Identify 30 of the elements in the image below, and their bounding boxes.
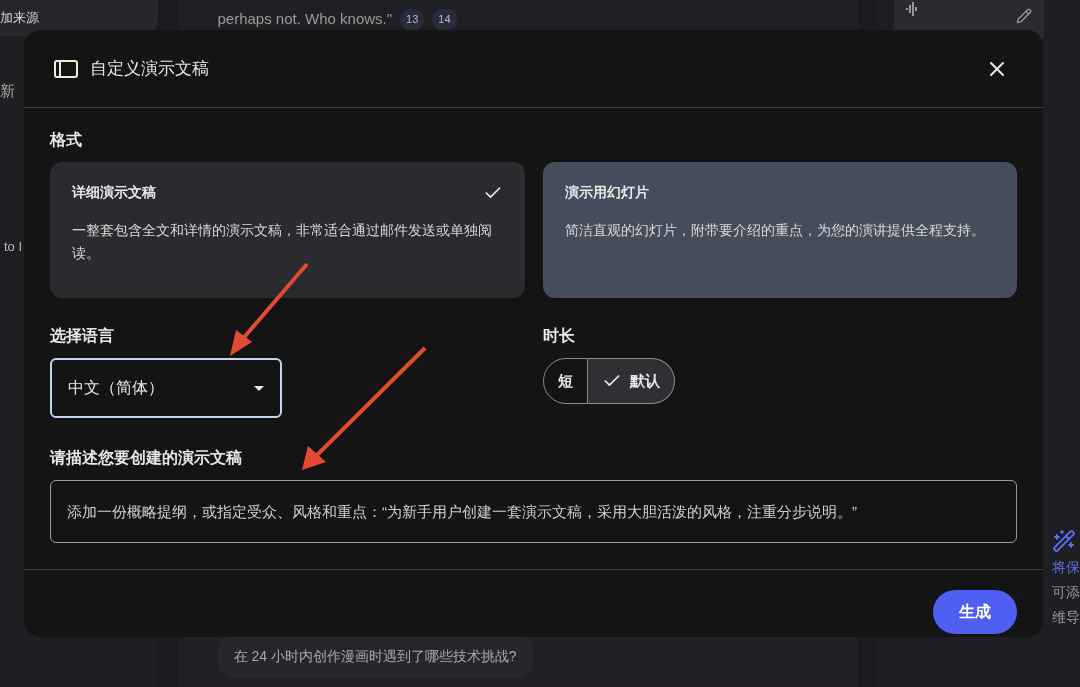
description-field[interactable]: 添加一份概略提纲，或指定受众、风格和重点：“为新手用户创建一套演示文稿，采用大胆活泼的风格，注重分步说明。”	[50, 480, 1017, 543]
format-description: 简洁直观的幻灯片，附带要介绍的重点，为您的演讲提供全程支持。	[564, 221, 986, 240]
magic-wand-icon	[1052, 529, 1076, 553]
format-option[interactable]: 演示用幻灯片 简洁直观的幻灯片，附带要介绍的重点，为您的演讲提供全程支持。	[542, 162, 1017, 298]
waveform-icon	[906, 2, 918, 16]
chat-text: perhaps not. Who knows."	[217, 9, 393, 29]
dialog-title: 自定义演示文稿	[90, 57, 209, 80]
generate-button[interactable]: 生成	[933, 590, 1017, 634]
section-label: 选择语言	[50, 326, 115, 346]
format-option[interactable]: 详细演示文稿 一整套包含全文和详情的演示文稿，非常适合通过邮件发送或单独阅读。	[50, 162, 525, 298]
citation-chip[interactable]: 14	[432, 9, 457, 30]
edit-icon[interactable]	[1016, 8, 1032, 24]
format-title: 演示用幻灯片	[564, 183, 649, 202]
duration-option[interactable]: 默认	[587, 358, 675, 404]
dropdown-caret-icon	[254, 385, 264, 391]
format-title: 详细演示文稿	[72, 183, 156, 202]
slides-icon	[54, 59, 78, 78]
sidebar-text: 新	[0, 81, 16, 101]
studio-note: 可添	[1052, 583, 1080, 602]
suggestion-chip[interactable]: 在 24 小时内创作漫画时遇到了哪些技术挑战?	[217, 634, 533, 679]
format-description: 一整套包含全文和详情的演示文稿，非常适合通过邮件发送或单独阅读。	[72, 221, 493, 263]
section-label: 时长	[542, 326, 576, 346]
section-label: 请描述您要创建的演示文稿	[50, 448, 243, 468]
language-dropdown[interactable]: 中文（简体）	[50, 358, 282, 418]
add-source-label[interactable]: 加来源	[0, 8, 39, 28]
section-label: 格式	[50, 130, 83, 150]
studio-note: 将保	[1052, 558, 1080, 577]
studio-note: 维导	[1052, 608, 1080, 627]
sidebar-text: to I	[4, 237, 23, 256]
citation-chip[interactable]: 13	[400, 9, 425, 30]
